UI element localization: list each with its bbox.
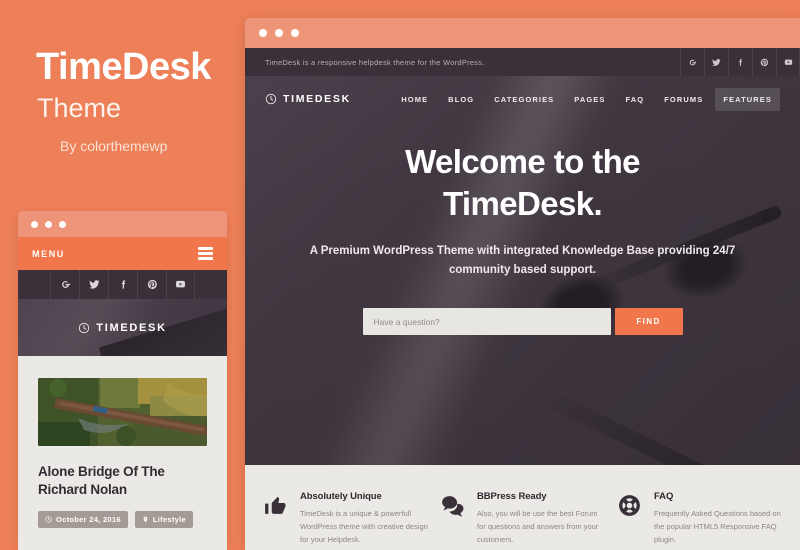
desktop-browser-mockup: TimeDesk is a responsive helpdesk theme … [245,18,800,550]
feature-bbpress-ready: BBPress Ready Also, you will be use the … [440,491,605,550]
twitter-icon[interactable] [704,48,728,76]
feature-title: BBPress Ready [477,491,547,502]
promo-title: TimeDesk [36,46,211,88]
site-tagline: TimeDesk is a responsive helpdesk theme … [265,57,485,67]
window-dot-minimize[interactable] [45,220,52,228]
window-dot-minimize[interactable] [275,29,283,37]
hamburger-menu-icon[interactable] [198,247,213,260]
google-plus-icon[interactable] [50,270,79,299]
pinterest-icon[interactable] [752,48,776,76]
nav-item-forums[interactable]: FORUMS [656,88,711,111]
post-category-text: Lifestyle [152,514,186,524]
post-thumbnail-image[interactable] [38,378,207,446]
window-dot-close[interactable] [259,29,267,37]
hero-title: Welcome to the TimeDesk. [245,141,800,225]
lifebuoy-icon [617,491,643,550]
browser-window-titlebar [245,18,800,48]
nav-item-features[interactable]: FEATURES [715,87,780,111]
hero-title-line2: TimeDesk. [442,185,603,223]
hero-content: Welcome to the TimeDesk. A Premium WordP… [245,116,800,336]
topbar-social-links [680,48,800,76]
chat-bubbles-icon [440,491,466,550]
promo-subtitle: Theme [37,93,122,123]
window-dot-close[interactable] [31,220,38,228]
feature-description: Frequently Asked Questions based on the … [654,509,781,545]
find-button[interactable]: FIND [614,308,683,336]
site-topbar: TimeDesk is a responsive helpdesk theme … [245,48,800,76]
clock-icon [265,93,277,105]
feature-faq: FAQ Frequently Asked Questions based on … [617,491,782,550]
mobile-menu-bar: MENU [18,237,227,270]
location-pin-icon [143,516,148,523]
nav-item-faq[interactable]: FAQ [618,88,653,111]
clock-icon [45,516,52,523]
site-logo-text: TIMEDESK [283,93,351,105]
promo-author: By colorthemewp [60,138,168,154]
hero-section: TIMEDESK HOME BLOG CATEGORIES PAGES FAQ … [245,76,800,465]
twitter-icon[interactable] [79,270,108,299]
main-menu: HOME BLOG CATEGORIES PAGES FAQ FORUMS FE… [393,87,780,111]
google-plus-icon[interactable] [680,48,704,76]
youtube-icon[interactable] [776,48,800,76]
mobile-site-logo[interactable]: TIMEDESK [78,322,166,334]
mobile-social-bar [18,270,227,299]
clock-icon [79,322,90,333]
post-date-text: October 24, 2016 [56,514,121,524]
feature-absolutely-unique: Absolutely Unique TimeDesk is a unique &… [263,491,428,550]
post-meta: October 24, 2016 Lifestyle [38,510,207,528]
mobile-logo-text: TIMEDESK [96,321,167,334]
nav-item-pages[interactable]: PAGES [566,88,613,111]
nav-item-home[interactable]: HOME [393,88,436,111]
window-dot-maximize[interactable] [59,220,66,228]
feature-title: FAQ [654,491,674,502]
post-title[interactable]: Alone Bridge Of The Richard Nolan [38,463,207,499]
facebook-icon[interactable] [108,270,137,299]
window-dot-maximize[interactable] [291,29,299,37]
nav-item-categories[interactable]: CATEGORIES [486,88,562,111]
post-category-badge[interactable]: Lifestyle [134,510,193,528]
feature-description: Also, you will be use the best Forum for… [477,509,599,545]
youtube-icon[interactable] [166,270,195,299]
hero-subtitle: A Premium WordPress Theme with integrate… [309,245,736,277]
nav-item-blog[interactable]: BLOG [440,88,482,111]
mobile-hero: TIMEDESK [18,299,227,356]
search-input[interactable] [362,308,611,336]
mobile-window-titlebar [18,211,227,237]
features-section: Absolutely Unique TimeDesk is a unique &… [245,465,800,550]
feature-title: Absolutely Unique [300,491,382,502]
hero-title-line1: Welcome to the [405,143,640,180]
pinterest-icon[interactable] [137,270,166,299]
mobile-mockup: MENU TIMEDESK Alone Bridge Of The Richar… [18,211,227,550]
mobile-menu-label: MENU [32,248,65,259]
thumbs-up-icon [263,491,289,550]
facebook-icon[interactable] [728,48,752,76]
feature-description: TimeDesk is a unique & powerfull WordPre… [300,509,428,545]
post-date-badge[interactable]: October 24, 2016 [38,510,128,528]
mobile-content-area: Alone Bridge Of The Richard Nolan Octobe… [18,356,227,550]
site-navigation: TIMEDESK HOME BLOG CATEGORIES PAGES FAQ … [245,82,800,116]
site-logo[interactable]: TIMEDESK [265,93,351,105]
hero-search-form: FIND [362,308,683,336]
